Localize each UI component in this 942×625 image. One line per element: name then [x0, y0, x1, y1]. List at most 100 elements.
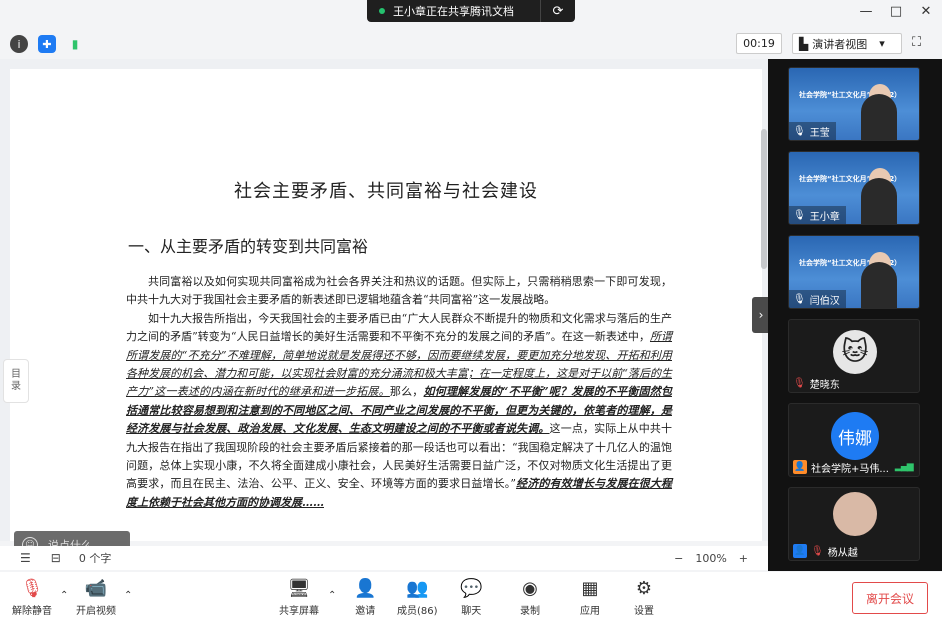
zoom-in-button[interactable]: + — [739, 552, 748, 565]
maximize-icon[interactable]: □ — [888, 4, 904, 19]
apps-icon: ▦ — [581, 578, 599, 599]
unmute-label: 解除静音 — [12, 606, 52, 617]
name-tag: 👤 🎙 杨从越 — [789, 542, 864, 560]
document-body: 共同富裕以及如何实现共同富裕成为社会各界关注和热议的话题。但实际上，只需稍稍思索… — [126, 273, 672, 512]
meeting-toolbar: 🎙 解除静音 ⌃ 📹 开启视频 ⌃ 🖥 共享屏幕 ⌃ 👤 邀请 👥 成员(86)… — [0, 572, 942, 625]
members-icon: 👥 — [406, 578, 429, 599]
participant-name: 闫伯汉 — [809, 295, 840, 307]
apps-button[interactable]: ▦ 应用 — [580, 578, 600, 617]
document-title: 社会主要矛盾、共同富裕与社会建设 — [234, 181, 538, 202]
view-mode-button[interactable]: ▙ 演讲者视图 ▾ — [792, 33, 902, 54]
settings-button[interactable]: ⚙ 设置 — [634, 578, 654, 617]
layout-icon: ▙ — [799, 36, 809, 51]
participant-name: 杨从越 — [827, 547, 858, 559]
sharing-banner[interactable]: 王小章正在共享腾讯文档 ⟳ — [367, 0, 575, 22]
toc-tab[interactable]: 目 录 — [3, 359, 29, 403]
add-user-icon: 👤 — [354, 578, 377, 599]
participant-name: 王莹 — [809, 127, 830, 139]
start-video-label: 开启视频 — [76, 606, 116, 617]
share-screen-label: 共享屏幕 — [279, 606, 319, 617]
participant-tile[interactable]: 伟娜 👤 社会学院+马伟... ▂▄▆ — [788, 403, 920, 477]
members-button[interactable]: 👥 成员(86) — [397, 578, 438, 617]
chevron-down-icon: ▾ — [879, 37, 885, 50]
participant-tile[interactable]: 🐱 🎙 楚晓东 — [788, 319, 920, 393]
mic-muted-icon: 🎙 — [811, 545, 824, 557]
name-tag: 🎙 王莹 — [789, 122, 836, 140]
zoom-level: 100% — [695, 551, 727, 565]
word-count: 0 个字 — [78, 552, 112, 565]
zoom-out-button[interactable]: − — [674, 552, 683, 565]
paragraph-1: 共同富裕以及如何实现共同富裕成为社会各界关注和热议的话题。但实际上，只需稍稍思索… — [126, 275, 672, 307]
record-icon: ◉ — [522, 578, 538, 599]
paragraph-2: 如十九大报告所指出，今天我国社会的主要矛盾已由“广大人民群众不断提升的物质和文化… — [126, 310, 672, 512]
avatar: 伟娜 — [831, 412, 879, 460]
mic-icon: 🎙 — [793, 125, 806, 137]
chat-label: 聊天 — [461, 606, 482, 617]
start-video-button[interactable]: 📹 开启视频 — [76, 578, 116, 617]
participant-name: 社会学院+马伟... — [811, 463, 889, 475]
mic-icon: 🎙 — [793, 209, 806, 221]
signal-icon: ▂▄▆ — [894, 462, 914, 472]
document-heading: 一、从主要矛盾的转变到共同富裕 — [128, 237, 369, 256]
live-dot-icon — [379, 8, 385, 14]
participant-body — [861, 262, 897, 308]
sharing-text: 王小章正在共享腾讯文档 — [393, 5, 514, 18]
document-status-bar: ☰ ⊟ 0 个字 − 100% + — [0, 546, 768, 570]
chat-button[interactable]: 💬 聊天 — [460, 578, 482, 617]
chevron-up-icon[interactable]: ⌃ — [124, 590, 132, 601]
participant-tile[interactable]: 社会学院“社工文化月”（2022） 🎙 王莹 — [788, 67, 920, 141]
name-tag: 👤 社会学院+马伟... ▂▄▆ — [789, 458, 919, 476]
document-scrollbar[interactable] — [761, 129, 767, 269]
avatar — [833, 492, 877, 536]
user-icon: 👤 — [793, 544, 807, 558]
page-layout-icon[interactable]: ⊟ — [51, 551, 61, 565]
unmute-button[interactable]: 🎙 解除静音 — [12, 578, 52, 617]
chevron-up-icon[interactable]: ⌃ — [328, 590, 336, 601]
p2-plain: 如十九大报告所指出，今天我国社会的主要矛盾已由“广大人民群众不断提升的物质和文化… — [126, 311, 672, 344]
record-label: 录制 — [520, 606, 540, 617]
shared-document-area: 社会主要矛盾、共同富裕与社会建设 一、从主要矛盾的转变到共同富裕 共同富裕以及如… — [0, 59, 768, 559]
fullscreen-icon[interactable]: ⛶ — [912, 35, 921, 50]
window-controls: — □ ✕ — [858, 4, 934, 19]
toc-label-2: 录 — [11, 381, 21, 392]
cat-avatar-icon: 🐱 — [833, 330, 877, 374]
leave-meeting-button[interactable]: 离开会议 — [852, 582, 928, 614]
name-tag: 🎙 闫伯汉 — [789, 290, 846, 308]
share-screen-button[interactable]: 🖥 共享屏幕 — [279, 578, 319, 617]
participant-tile[interactable]: 👤 🎙 杨从越 — [788, 487, 920, 561]
outline-icon[interactable]: ☰ — [20, 551, 31, 565]
mic-muted-icon: 🎙 — [793, 377, 806, 389]
signal-icon[interactable]: ▮ — [66, 35, 84, 53]
apps-label: 应用 — [580, 606, 600, 617]
name-tag: 🎙 楚晓东 — [789, 374, 846, 392]
close-icon[interactable]: ✕ — [918, 4, 934, 19]
shield-icon[interactable]: ✚ — [38, 35, 56, 53]
mic-muted-icon: 🎙 — [20, 578, 44, 599]
chevron-up-icon[interactable]: ⌃ — [60, 590, 68, 601]
gear-icon: ⚙ — [635, 578, 653, 599]
members-label: 成员(86) — [397, 606, 438, 617]
chat-icon: 💬 — [460, 578, 483, 599]
meeting-window: 王小章正在共享腾讯文档 ⟳ — □ ✕ i ✚ ▮ 00:19 ▙ 演讲者视图 … — [0, 0, 942, 625]
toc-label-1: 目 — [11, 369, 21, 380]
camera-off-icon: 📹 — [84, 578, 108, 599]
participant-body — [861, 94, 897, 140]
info-bar: i ✚ ▮ 00:19 ▙ 演讲者视图 ▾ ⛶ — [0, 30, 942, 58]
info-icon[interactable]: i — [10, 35, 28, 53]
participant-name: 楚晓东 — [809, 379, 840, 391]
p2-plain-2: 那么， — [389, 385, 424, 399]
participant-body — [861, 178, 897, 224]
meeting-timer: 00:19 — [736, 33, 782, 54]
zoom-control: − 100% + — [674, 552, 748, 565]
user-icon: 👤 — [793, 460, 807, 474]
invite-button[interactable]: 👤 邀请 — [354, 578, 376, 617]
share-screen-icon: 🖥 — [287, 578, 311, 599]
participant-tile[interactable]: 社会学院“社工文化月”（2022） 🎙 王小章 — [788, 151, 920, 225]
minimize-icon[interactable]: — — [858, 4, 874, 19]
participant-video-panel: 社会学院“社工文化月”（2022） 🎙 王莹 社会学院“社工文化月”（2022） … — [768, 59, 942, 571]
document-page[interactable]: 社会主要矛盾、共同富裕与社会建设 一、从主要矛盾的转变到共同富裕 共同富裕以及如… — [10, 69, 762, 541]
participant-tile[interactable]: 社会学院“社工文化月”（2022） 🎙 闫伯汉 — [788, 235, 920, 309]
participant-name: 王小章 — [809, 211, 840, 223]
refresh-icon[interactable]: ⟳ — [541, 4, 575, 19]
record-button[interactable]: ◉ 录制 — [520, 578, 540, 617]
